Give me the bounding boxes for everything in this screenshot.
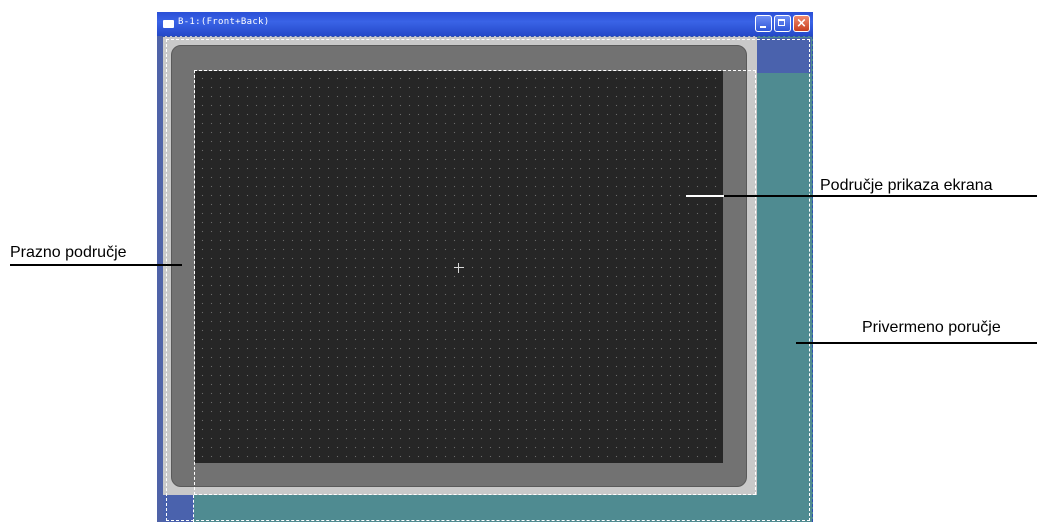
corner-marker-bottom-left — [163, 495, 194, 522]
title-bar[interactable]: B-1:(Front+Back) × — [157, 12, 813, 36]
close-icon: × — [796, 16, 807, 31]
callout-line-temporary-area — [796, 342, 1037, 344]
minimize-button[interactable] — [755, 15, 772, 32]
callout-blank-area: Prazno područje — [10, 244, 127, 261]
callout-line-screen-area-inner — [686, 195, 724, 197]
callout-temporary-area: Privermeno poručje — [862, 319, 1001, 336]
maximize-button[interactable] — [774, 15, 791, 32]
crosshair-icon — [454, 263, 464, 273]
maximize-icon — [778, 19, 785, 26]
minimize-icon — [760, 26, 766, 28]
window-title: B-1:(Front+Back) — [178, 17, 270, 27]
close-button[interactable]: × — [793, 15, 810, 32]
callout-line-blank-area — [10, 264, 182, 266]
corner-marker-top-right — [757, 38, 811, 73]
window-icon — [163, 20, 174, 28]
callout-line-screen-area — [724, 195, 1037, 197]
callout-screen-area: Područje prikaza ekrana — [820, 177, 993, 194]
